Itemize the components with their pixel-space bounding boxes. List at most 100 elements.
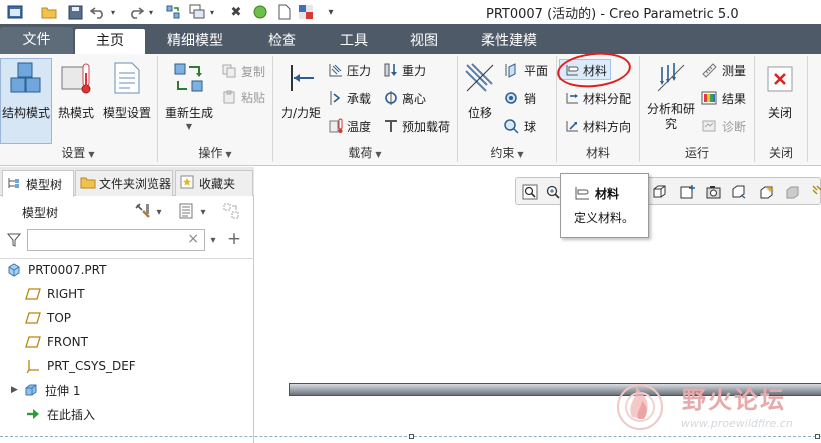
tooltip-material-icon bbox=[573, 184, 591, 205]
show-list-icon[interactable] bbox=[176, 202, 196, 220]
regenerate-icon[interactable] bbox=[164, 3, 182, 21]
display-style-icon[interactable] bbox=[705, 183, 723, 201]
add-column-icon[interactable]: + bbox=[226, 229, 242, 249]
bearing-button[interactable]: 承载 bbox=[327, 88, 371, 108]
tab-refine-model[interactable]: 精细模型 bbox=[150, 29, 240, 54]
loads-group-label[interactable]: 载荷 ▼ bbox=[273, 145, 457, 161]
pressure-button[interactable]: 压力 bbox=[327, 60, 371, 80]
clear-search-icon[interactable]: × bbox=[187, 231, 199, 247]
redo-icon[interactable] bbox=[127, 3, 145, 21]
force-moment-button[interactable]: 力/力矩 bbox=[276, 60, 326, 121]
tab-flexible-modeling[interactable]: 柔性建模 bbox=[466, 29, 552, 54]
model-setup-label: 模型设置 bbox=[102, 106, 151, 120]
paste-icon bbox=[220, 90, 238, 104]
tree-item-right[interactable]: RIGHT bbox=[25, 284, 85, 304]
open-folder-icon[interactable] bbox=[40, 3, 58, 21]
model-setup-button[interactable]: 模型设置 bbox=[100, 60, 154, 121]
datum-plane-icon bbox=[25, 286, 41, 302]
undo-icon[interactable] bbox=[89, 3, 107, 21]
watermark-url: www.proewildfire.cn bbox=[681, 417, 793, 430]
tab-file[interactable]: 文件 bbox=[0, 27, 73, 54]
boundary-handle[interactable] bbox=[409, 434, 414, 439]
undo-dropdown-icon[interactable]: ▾ bbox=[108, 3, 118, 21]
plane-button[interactable]: 平面 bbox=[502, 60, 548, 80]
gravity-button[interactable]: 重力 bbox=[382, 60, 426, 80]
sphere-icon[interactable] bbox=[251, 3, 269, 21]
filter-funnel-icon[interactable] bbox=[6, 231, 22, 249]
centrifugal-button[interactable]: 离心 bbox=[382, 88, 426, 108]
tree-filter-off-icon[interactable] bbox=[221, 202, 241, 220]
tab-favorites[interactable]: 收藏夹 bbox=[175, 170, 253, 196]
paste-button[interactable]: 粘贴 bbox=[220, 88, 265, 106]
tab-inspect[interactable]: 检查 bbox=[250, 29, 314, 54]
tree-search-input[interactable]: × bbox=[27, 229, 205, 251]
material-assignment-button[interactable]: 材料分配 bbox=[563, 88, 631, 108]
close-window-icon[interactable]: ✖ bbox=[228, 3, 244, 21]
windows-icon[interactable] bbox=[188, 3, 206, 21]
analyses-icon bbox=[653, 60, 689, 96]
saved-orientations-icon[interactable] bbox=[650, 183, 668, 201]
thermometer-icon bbox=[58, 60, 94, 96]
pin-button[interactable]: 销 bbox=[502, 88, 536, 108]
preload-button[interactable]: 预加载荷 bbox=[382, 116, 450, 136]
tree-item-top[interactable]: TOP bbox=[25, 308, 71, 328]
customize-icon[interactable]: ▾ bbox=[325, 3, 337, 21]
analyses-studies-button[interactable]: 分析和研 究 bbox=[643, 60, 699, 132]
color-swatch-icon[interactable] bbox=[297, 3, 315, 21]
diagnostics-button[interactable]: 诊断 bbox=[700, 116, 746, 136]
measure-button[interactable]: 测量 bbox=[700, 60, 746, 80]
tab-model-tree[interactable]: 模型树 bbox=[2, 170, 74, 197]
measure-label: 测量 bbox=[722, 63, 747, 78]
tab-home[interactable]: 主页 bbox=[75, 29, 145, 54]
datum-plane-icon bbox=[25, 310, 41, 326]
preload-label: 预加载荷 bbox=[402, 119, 451, 134]
tree-item-csys[interactable]: PRT_CSYS_DEF bbox=[25, 356, 136, 376]
appearance-icon[interactable] bbox=[784, 183, 802, 201]
new-file-icon[interactable] bbox=[275, 3, 293, 21]
setup-group-label[interactable]: 设置 ▼ bbox=[0, 145, 156, 161]
expand-arrow-icon[interactable]: ▶ bbox=[11, 385, 21, 395]
show-dropdown-icon[interactable]: ▾ bbox=[198, 205, 208, 219]
close-button[interactable]: 关闭 bbox=[760, 64, 800, 121]
tab-folder-browser[interactable]: 文件夹浏览器 bbox=[75, 170, 173, 196]
boundary-handle[interactable] bbox=[815, 434, 820, 439]
structure-mode-button[interactable]: 结构模式 bbox=[0, 60, 52, 121]
operations-group-label[interactable]: 操作 ▼ bbox=[158, 145, 272, 161]
windows-dropdown-icon[interactable]: ▾ bbox=[207, 3, 217, 21]
constraints-group-label[interactable]: 约束 ▼ bbox=[458, 145, 556, 161]
results-button[interactable]: 结果 bbox=[700, 88, 746, 108]
force-moment-label: 力/力矩 bbox=[280, 106, 322, 120]
app-window-icon[interactable] bbox=[6, 3, 24, 21]
close-icon bbox=[765, 64, 795, 94]
refit-icon[interactable] bbox=[521, 183, 539, 201]
temperature-button[interactable]: 温度 bbox=[327, 116, 371, 136]
redo-dropdown-icon[interactable]: ▾ bbox=[146, 3, 156, 21]
copy-button[interactable]: 复制 bbox=[220, 62, 265, 80]
perspective-icon[interactable] bbox=[730, 183, 748, 201]
group-divider bbox=[807, 56, 808, 162]
datum-display-icon[interactable] bbox=[808, 183, 821, 201]
displacement-button[interactable]: 位移 bbox=[461, 60, 499, 121]
close-group-label: 关闭 bbox=[768, 146, 793, 160]
tree-item-root[interactable]: PRT0007.PRT bbox=[6, 260, 106, 280]
ball-button[interactable]: 球 bbox=[502, 116, 536, 136]
search-dropdown-icon[interactable]: ▾ bbox=[208, 233, 218, 247]
regenerate-button[interactable]: 重新生成 ▼ bbox=[160, 60, 218, 131]
spin-center-icon[interactable] bbox=[758, 183, 776, 201]
tree-item-insert-here[interactable]: 在此插入 bbox=[25, 404, 95, 424]
save-icon[interactable] bbox=[66, 3, 84, 21]
tab-tools[interactable]: 工具 bbox=[322, 29, 386, 54]
tree-settings-dropdown-icon[interactable]: ▾ bbox=[154, 205, 164, 219]
tab-view[interactable]: 视图 bbox=[392, 29, 456, 54]
material-orientation-button[interactable]: 材料方向 bbox=[563, 116, 631, 136]
pin-constraint-icon bbox=[502, 90, 520, 106]
tree-item-front[interactable]: FRONT bbox=[25, 332, 88, 352]
window-title: PRT0007 (活动的) - Creo Parametric 5.0 bbox=[486, 7, 739, 22]
part-icon bbox=[6, 262, 22, 278]
regenerate-dropdown-icon[interactable]: ▼ bbox=[186, 122, 192, 131]
watermark-logo-icon bbox=[612, 377, 678, 435]
tree-item-extrude[interactable]: ▶ 拉伸 1 bbox=[11, 380, 80, 400]
thermal-mode-button[interactable]: 热模式 bbox=[55, 60, 97, 121]
view-manager-icon[interactable] bbox=[679, 183, 697, 201]
tree-settings-icon[interactable] bbox=[133, 202, 153, 220]
